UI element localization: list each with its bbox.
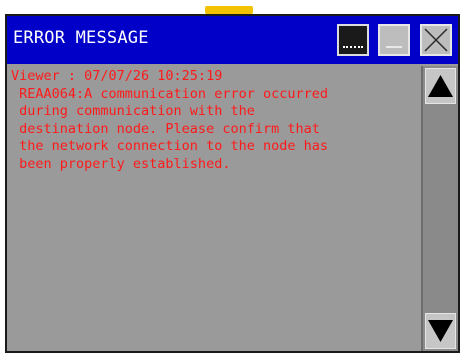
scroll-down-button[interactable] (425, 313, 456, 349)
message-line: destination node. Please confirm that (11, 120, 320, 137)
triangle-down-icon (428, 320, 453, 342)
title-button-dotted[interactable] (337, 24, 369, 56)
message-line: the network connection to the node has (11, 138, 328, 154)
message-line: during communication with the (11, 103, 255, 119)
dotted-underline-icon (343, 46, 363, 48)
vertical-scrollbar[interactable] (421, 66, 458, 351)
minimize-icon (386, 46, 402, 48)
title-bar: ERROR MESSAGE (7, 16, 458, 64)
error-message-text: Viewer : 07/07/26 10:25:19 REAA064:A com… (11, 68, 328, 173)
minimize-button[interactable] (378, 24, 410, 56)
close-button[interactable] (420, 24, 452, 56)
scroll-up-button[interactable] (425, 68, 456, 104)
triangle-up-icon (428, 75, 453, 97)
close-x-icon (424, 28, 448, 52)
message-area: Viewer : 07/07/26 10:25:19 REAA064:A com… (9, 66, 419, 349)
error-message-window: ERROR MESSAGE Viewer : 07/07/26 10:25:19… (5, 14, 460, 353)
message-line: been properly established. (11, 155, 231, 172)
window-title: ERROR MESSAGE (13, 28, 149, 48)
background-decoration (205, 6, 253, 14)
message-line: Viewer : 07/07/26 10:25:19 (11, 68, 223, 84)
message-line: REAA064:A communication error occurred (11, 85, 328, 102)
